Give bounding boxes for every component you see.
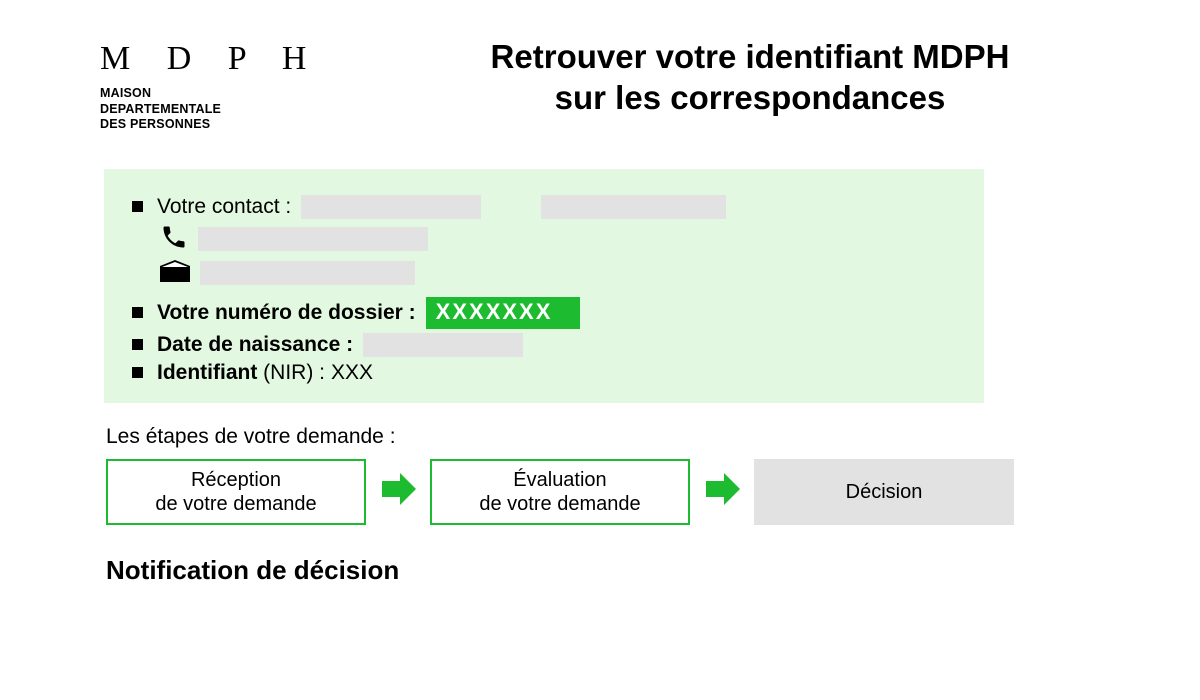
nir-value: XXX [331,361,373,385]
phone-icon [160,223,188,256]
arrow-right-icon [378,469,418,514]
arrow-right-icon [702,469,742,514]
step3-label: Décision [846,480,923,504]
masked-value [200,261,415,285]
logo-sub-line1: MAISON [100,86,360,102]
dossier-label: Votre numéro de dossier : [157,301,416,324]
logo-sub-line3: DES PERSONNES [100,117,360,133]
masked-value [198,227,428,251]
logo-subtitle: MAISON DEPARTEMENTALE DES PERSONNES [100,86,360,133]
step2-line1: Évaluation [479,468,640,492]
title-line1: Retrouver votre identifiant MDPH [360,36,1140,77]
bullet-icon [132,339,143,350]
nir-line: Identifiant (NIR) : XXX [132,361,956,385]
steps-title: Les étapes de votre demande : [106,425,1140,449]
contact-label: Votre contact : [157,195,291,219]
step-decision: Décision [754,459,1014,525]
page-title: Retrouver votre identifiant MDPH sur les… [360,30,1140,119]
contact-line: Votre contact : [132,195,956,219]
step-reception: Réception de votre demande [106,459,366,525]
bullet-icon [132,201,143,212]
title-line2: sur les correspondances [360,77,1140,118]
mail-line [160,260,956,287]
dossier-value-highlight: XXXXXXX [426,297,581,329]
steps-row: Réception de votre demande Évaluation de… [106,459,1140,525]
envelope-icon [160,260,190,287]
nir-label: Identifiant (NIR) : [157,361,325,385]
logo-letters: M D P H [100,40,360,78]
logo-sub-line2: DEPARTEMENTALE [100,102,360,118]
info-card: Votre contact : Votre numéro de dossier … [104,169,984,403]
dossier-line: Votre numéro de dossier : XXXXXXX [132,297,956,329]
dob-line: Date de naissance : [132,333,956,357]
notification-heading: Notification de décision [106,555,1140,586]
phone-line [160,223,956,256]
bullet-icon [132,367,143,378]
header: M D P H MAISON DEPARTEMENTALE DES PERSON… [100,30,1140,133]
masked-value [363,333,523,357]
step2-line2: de votre demande [479,492,640,516]
masked-value [541,195,726,219]
step-evaluation: Évaluation de votre demande [430,459,690,525]
logo-block: M D P H MAISON DEPARTEMENTALE DES PERSON… [100,30,360,133]
step1-line1: Réception [155,468,316,492]
dob-label: Date de naissance : [157,333,353,356]
bullet-icon [132,307,143,318]
step1-line2: de votre demande [155,492,316,516]
masked-value [301,195,481,219]
